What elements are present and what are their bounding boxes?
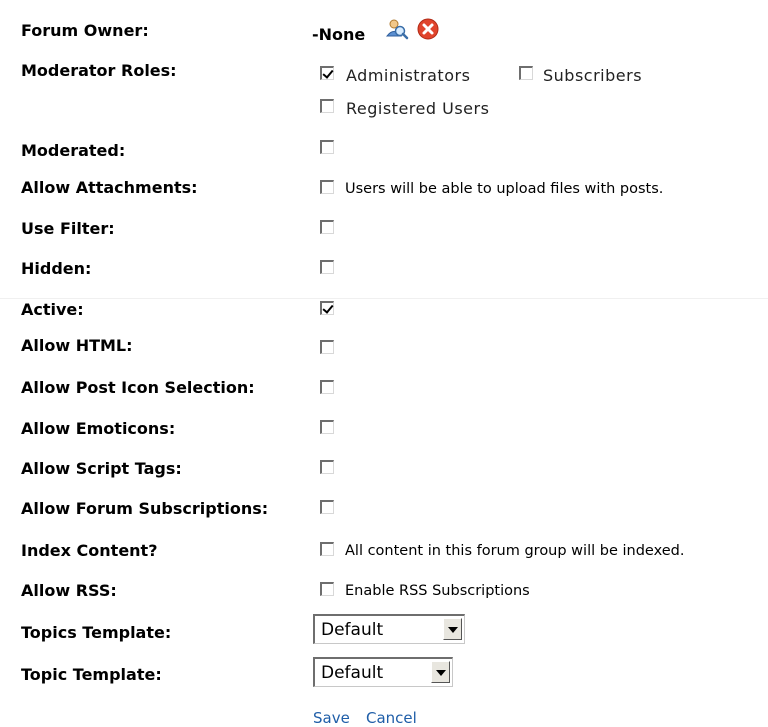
allow-post-icon-selection-checkbox[interactable] (320, 380, 334, 394)
chevron-down-icon[interactable] (431, 661, 450, 683)
allow-attachments-description: Users will be able to upload files with … (345, 181, 664, 197)
checkbox-administrators[interactable] (320, 66, 334, 80)
allow-script-tags-checkbox[interactable] (320, 460, 334, 474)
chevron-down-icon[interactable] (443, 618, 462, 640)
moderated-checkbox[interactable] (320, 140, 334, 154)
allow-forum-subscriptions-checkbox[interactable] (320, 500, 334, 514)
allow-script-tags-label: Allow Script Tags: (21, 459, 182, 478)
row-divider (0, 298, 768, 299)
allow-rss-description: Enable RSS Subscriptions (345, 583, 530, 599)
cancel-link[interactable]: Cancel (366, 709, 417, 727)
index-content-checkbox[interactable] (320, 542, 334, 556)
forum-owner-value: -None (312, 25, 366, 44)
allow-forum-subscriptions-label: Allow Forum Subscriptions: (21, 499, 269, 518)
option-subscribers-label: Subscribers (543, 66, 643, 85)
hidden-label: Hidden: (21, 259, 92, 278)
allow-attachments-label: Allow Attachments: (21, 178, 198, 197)
user-search-icon[interactable] (385, 17, 409, 41)
topics-template-label: Topics Template: (21, 623, 172, 642)
index-content-label: Index Content? (21, 541, 158, 560)
clear-icon[interactable] (417, 18, 439, 40)
save-link[interactable]: Save (313, 709, 350, 727)
checkbox-registered-users[interactable] (320, 99, 334, 113)
moderated-label: Moderated: (21, 141, 126, 160)
option-administrators-label: Administrators (346, 66, 471, 85)
hidden-checkbox[interactable] (320, 260, 334, 274)
checkbox-subscribers[interactable] (519, 66, 533, 80)
active-checkbox[interactable] (320, 301, 334, 315)
moderator-roles-label: Moderator Roles: (21, 61, 177, 80)
allow-emoticons-label: Allow Emoticons: (21, 419, 176, 438)
use-filter-checkbox[interactable] (320, 220, 334, 234)
allow-html-label: Allow HTML: (21, 336, 133, 355)
allow-rss-label: Allow RSS: (21, 581, 117, 600)
use-filter-label: Use Filter: (21, 219, 115, 238)
topics-template-value: Default (321, 620, 384, 640)
topic-template-label: Topic Template: (21, 665, 162, 684)
allow-attachments-checkbox[interactable] (320, 180, 334, 194)
forum-owner-label: Forum Owner: (21, 21, 149, 40)
topics-template-select[interactable]: Default (313, 614, 465, 644)
index-content-description: All content in this forum group will be … (345, 543, 685, 559)
allow-emoticons-checkbox[interactable] (320, 420, 334, 434)
topic-template-value: Default (321, 663, 384, 683)
allow-rss-checkbox[interactable] (320, 582, 334, 596)
allow-post-icon-selection-label: Allow Post Icon Selection: (21, 378, 255, 397)
allow-html-checkbox[interactable] (320, 340, 334, 354)
option-registered-users-label: Registered Users (346, 99, 490, 118)
topic-template-select[interactable]: Default (313, 657, 453, 687)
active-label: Active: (21, 300, 84, 319)
